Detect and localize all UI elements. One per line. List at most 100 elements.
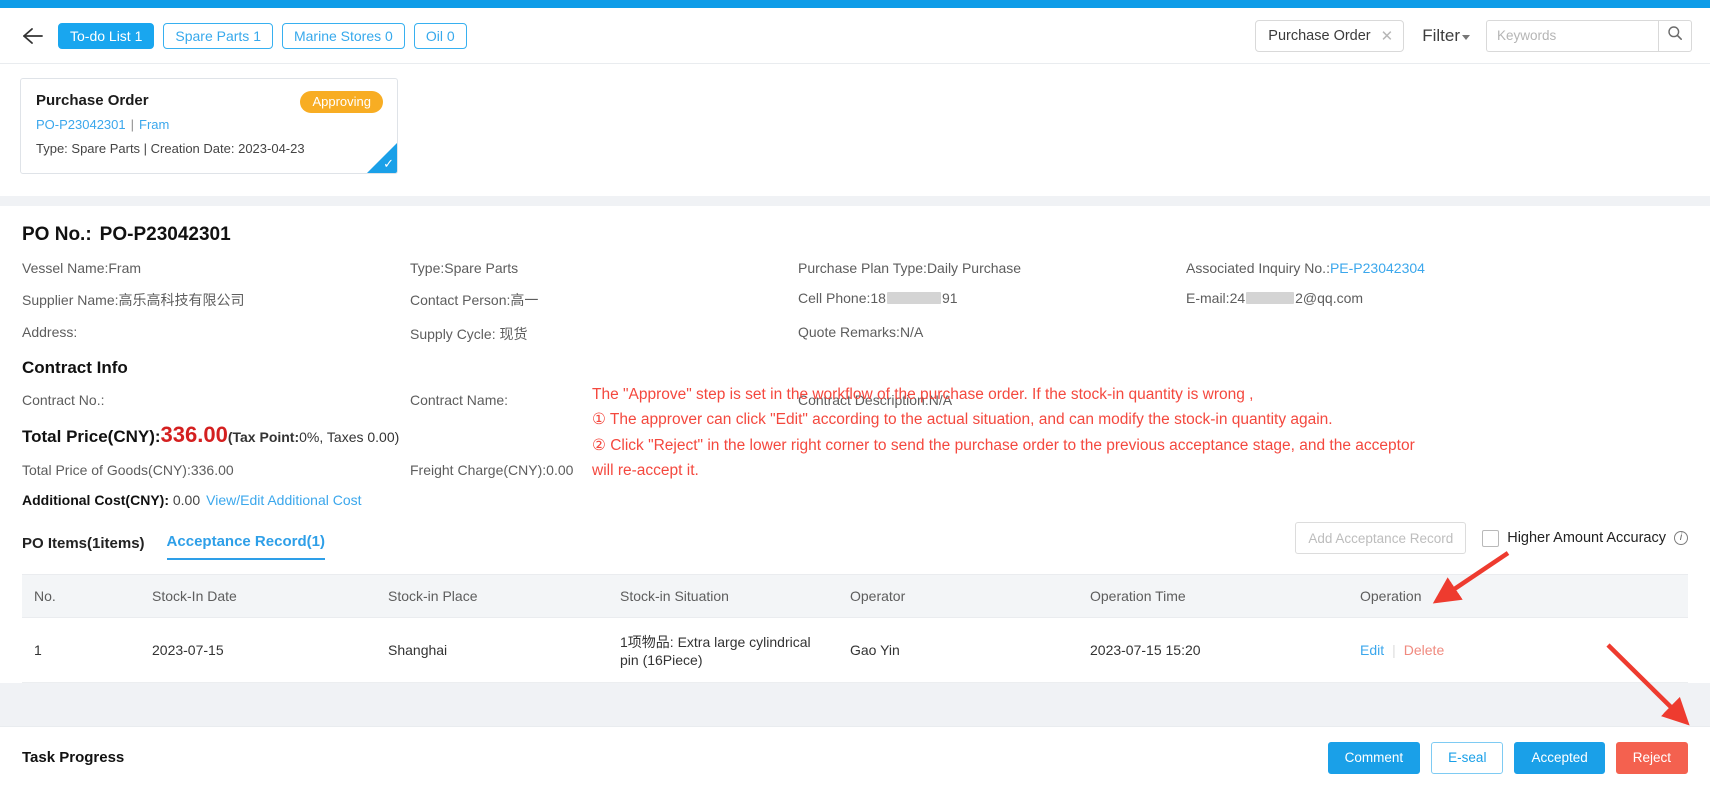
chip-label: To-do List 1 [70, 27, 143, 44]
additional-cost-line: Additional Cost(CNY): 0.00 View/Edit Addi… [22, 492, 1688, 508]
field-value: N/A [928, 392, 953, 408]
chip-label: Oil 0 [425, 27, 455, 44]
chip-label: Spare Parts 1 [175, 27, 261, 44]
field-value: 24 [1229, 290, 1246, 306]
close-icon[interactable]: ✕ [1381, 27, 1394, 45]
acceptance-record-table: No. Stock-In Date Stock-in Place Stock-i… [22, 574, 1688, 683]
comment-button[interactable]: Comment [1327, 741, 1421, 774]
field-value-tail: 91 [941, 290, 958, 306]
table-row[interactable]: 1 2023-07-15 Shanghai 1项物品: Extra large … [22, 617, 1688, 683]
col-header-operation-time: Operation Time [1080, 574, 1350, 618]
contract-info-title: Contract Info [22, 358, 128, 377]
field-label: Purchase Plan Type: [798, 260, 927, 276]
field-quote-remarks: Quote Remarks:N/A [798, 324, 1186, 344]
card-strip: Purchase Order Approving PO-P23042301 | Fr… [0, 64, 1710, 196]
field-vessel-name: Vessel Name:Fram [22, 260, 410, 276]
status-badge: Approving [300, 91, 383, 113]
cell-stock-in-place: Shanghai [378, 617, 610, 683]
po-no-value: PO-P23042301 [99, 224, 231, 245]
tax-point-label: (Tax Point: [227, 429, 300, 445]
detail-row-contract: Contract No.: Contract Name: Contract De… [22, 392, 1688, 408]
detail-panel: PO No.: PO-P23042301 Vessel Name:Fram Typ… [0, 206, 1710, 683]
filter-dropdown[interactable]: Filter [1422, 26, 1470, 46]
field-email: E-mail:24 2@qq.com [1186, 290, 1688, 310]
col-header-no: No. [22, 574, 142, 618]
tab-label: PO Items(1items) [22, 535, 145, 552]
card-meta: Type: Spare Parts | Creation Date: 2023-… [36, 141, 305, 156]
table-head: No. Stock-In Date Stock-in Place Stock-i… [22, 574, 1688, 618]
card-separator: | [130, 117, 135, 132]
edit-link[interactable]: Edit [1360, 642, 1384, 658]
field-label: Supply Cycle: [410, 326, 496, 342]
reject-button[interactable]: Reject [1615, 741, 1688, 774]
field-value: 高乐高科技有限公司 [118, 292, 245, 308]
chevron-down-icon [1462, 34, 1470, 40]
field-label: Address: [22, 324, 78, 340]
field-value: Fram [108, 260, 142, 276]
field-supplier-name: Supplier Name:高乐高科技有限公司 [22, 290, 410, 310]
filter-label: Filter [1422, 25, 1460, 45]
top-accent-strip [0, 0, 1710, 8]
tab-po-items[interactable]: PO Items(1items) [22, 535, 145, 560]
search-group [1486, 19, 1692, 52]
footer-bar: Task Progress Comment E-seal Accepted Re… [0, 726, 1710, 788]
tax-point-value: 0%, Taxes 0.00) [299, 429, 400, 445]
field-value: 现货 [495, 326, 528, 342]
field-label: Vessel Name: [22, 260, 109, 276]
detail-row-3: Address: Supply Cycle: 现货 Quote Remarks:… [22, 324, 1688, 344]
tab-acceptance-record[interactable]: Acceptance Record(1) [166, 533, 325, 560]
tab-label: Acceptance Record(1) [166, 533, 325, 550]
chip-oil[interactable]: Oil 0 [413, 22, 467, 49]
detail-row-2: Supplier Name:高乐高科技有限公司 Contact Person:高… [22, 290, 1688, 310]
delete-link[interactable]: Delete [1404, 642, 1444, 658]
e-seal-button[interactable]: E-seal [1431, 741, 1504, 774]
info-icon[interactable]: i [1674, 531, 1688, 545]
field-address: Address: [22, 324, 410, 344]
chip-label: Marine Stores 0 [293, 27, 393, 44]
field-label: Associated Inquiry No.: [1186, 260, 1330, 276]
table-header-row: No. Stock-In Date Stock-in Place Stock-i… [22, 574, 1688, 618]
tabs-row: PO Items(1items) Acceptance Record(1) Ad… [22, 522, 1688, 560]
view-edit-additional-cost-link[interactable]: View/Edit Additional Cost [206, 492, 361, 508]
filter-tag-purchase-order[interactable]: Purchase Order ✕ [1255, 19, 1405, 52]
field-label: E-mail: [1186, 290, 1230, 306]
field-empty [1186, 324, 1688, 344]
field-value: N/A [899, 324, 924, 340]
associated-inquiry-link[interactable]: PE-P23042304 [1330, 260, 1425, 276]
action-separator: | [1392, 642, 1396, 658]
total-price-value: 336.00 [160, 422, 228, 447]
chip-spare-parts[interactable]: Spare Parts 1 [163, 22, 273, 49]
card-po-no[interactable]: PO-P23042301 [36, 117, 126, 132]
arrow-left-icon[interactable] [18, 21, 48, 51]
field-value-tail: 2@qq.com [1295, 290, 1364, 306]
field-label: Cell Phone: [798, 290, 871, 306]
purchase-order-card[interactable]: Purchase Order Approving PO-P23042301 | Fr… [20, 78, 398, 174]
field-associated-inquiry-no: Associated Inquiry No.:PE-P23042304 [1186, 260, 1688, 276]
field-value: 18 [870, 290, 886, 306]
card-vessel[interactable]: Fram [139, 117, 169, 132]
accepted-button[interactable]: Accepted [1514, 741, 1605, 774]
chip-marine-stores[interactable]: Marine Stores 0 [281, 22, 405, 49]
search-button[interactable] [1658, 19, 1692, 52]
col-header-operation: Operation [1350, 574, 1688, 618]
redacted-block [886, 292, 941, 304]
header-bar: To-do List 1 Spare Parts 1 Marine Stores… [0, 8, 1710, 64]
tabs-actions: Add Acceptance Record Higher Amount Accu… [1295, 522, 1688, 560]
higher-amount-accuracy-toggle[interactable]: Higher Amount Accuracy i [1482, 529, 1688, 547]
cell-stock-in-date: 2023-07-15 [142, 617, 378, 683]
field-cell-phone: Cell Phone:18 91 [798, 290, 1186, 310]
detail-row-1: Vessel Name:Fram Type:Spare Parts Purcha… [22, 260, 1688, 276]
add-acceptance-record-button[interactable]: Add Acceptance Record [1295, 522, 1467, 554]
chip-todo-list[interactable]: To-do List 1 [58, 22, 155, 49]
additional-cost-value: 0.00 [172, 492, 201, 508]
field-label: Contract Name: [410, 392, 509, 408]
detail-row-goods: Total Price of Goods(CNY):336.00 Freight… [22, 462, 1688, 478]
field-type: Type:Spare Parts [410, 260, 798, 276]
search-input[interactable] [1486, 19, 1658, 52]
cell-stock-in-situation: 1项物品: Extra large cylindrical pin (16Pie… [610, 617, 840, 683]
table-body: 1 2023-07-15 Shanghai 1项物品: Extra large … [22, 617, 1688, 683]
po-no-label: PO No.: [22, 224, 92, 245]
higher-amount-accuracy-checkbox[interactable] [1482, 529, 1500, 547]
field-value: Daily Purchase [926, 260, 1022, 276]
field-label: Supplier Name: [22, 292, 119, 308]
